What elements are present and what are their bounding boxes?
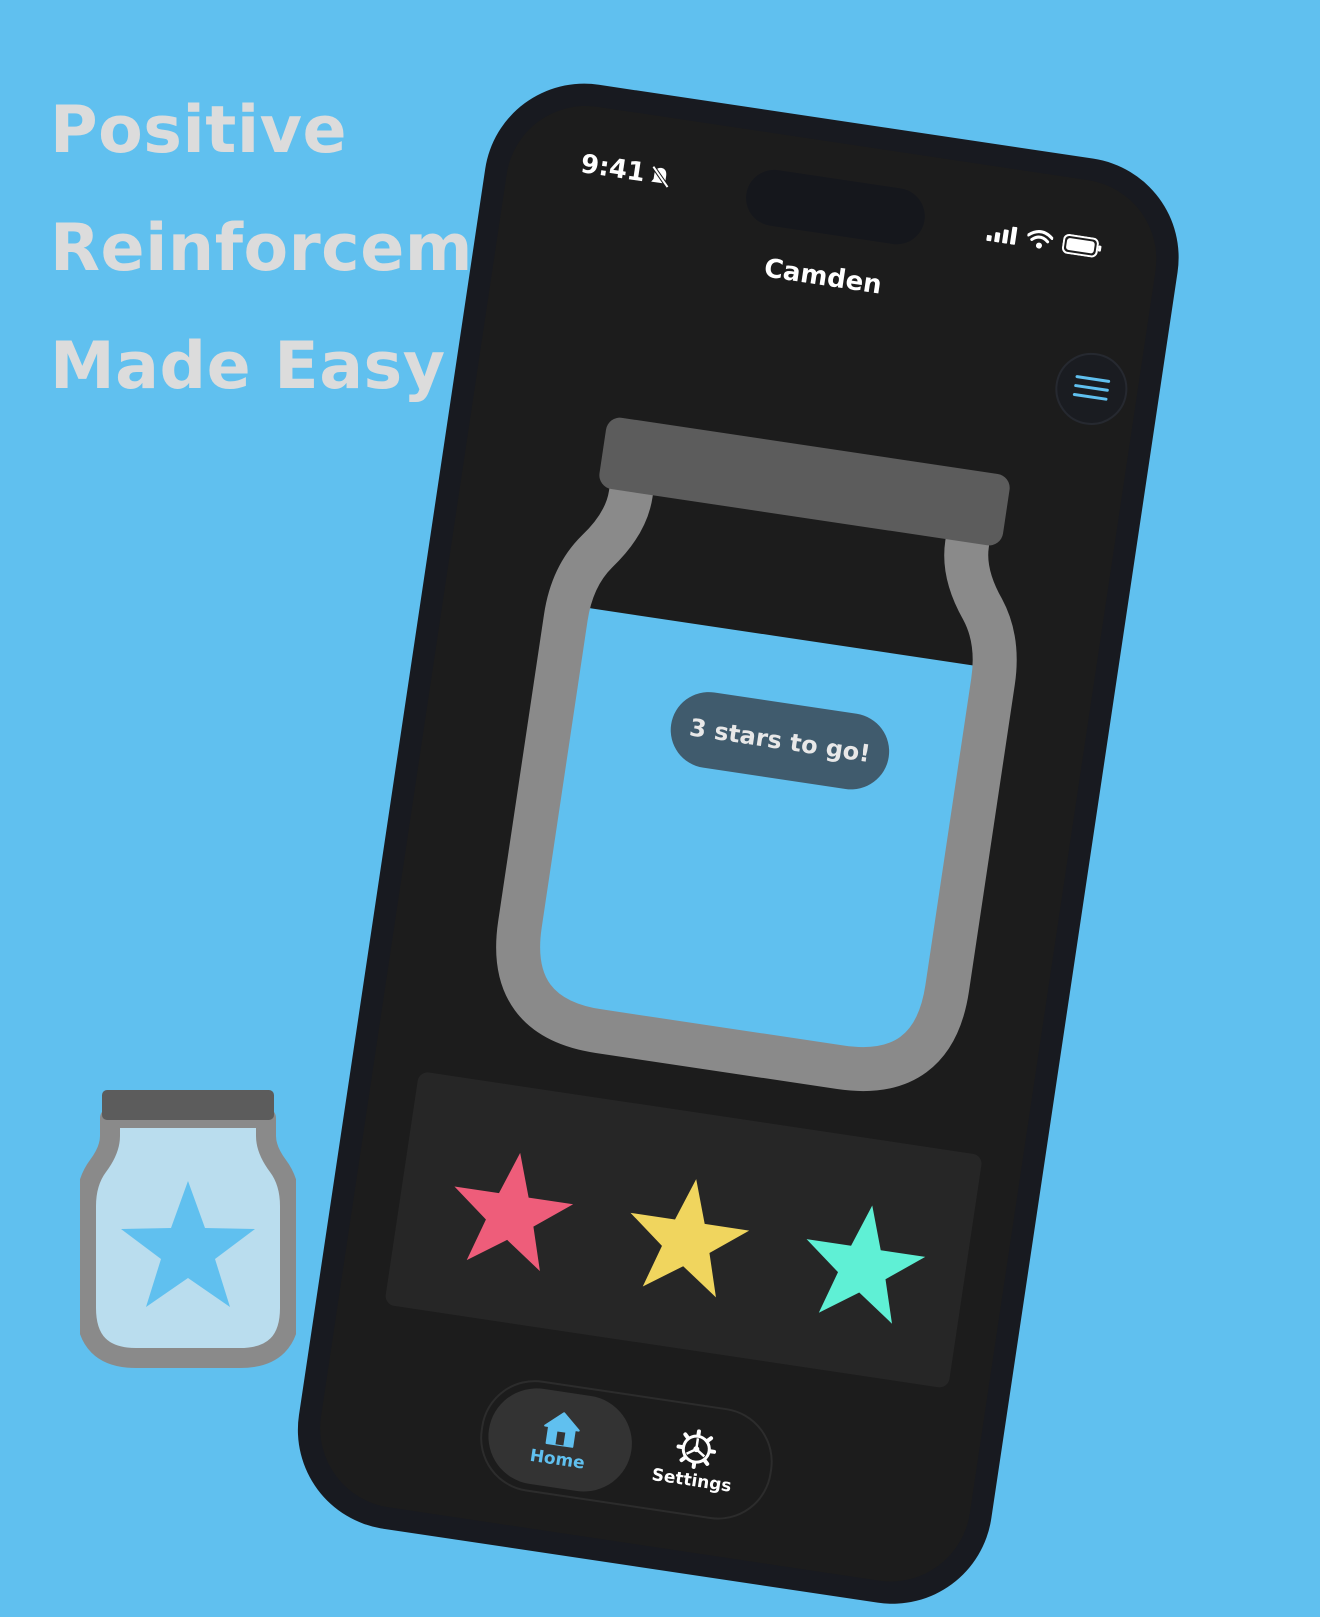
tab-settings[interactable]: Settings	[616, 1402, 773, 1518]
hamburger-menu-icon	[1072, 375, 1111, 401]
status-time: 9:41	[578, 149, 648, 189]
battery-icon	[1061, 233, 1102, 258]
dynamic-island	[742, 166, 929, 249]
silent-bell-icon	[651, 165, 670, 189]
star-3[interactable]	[794, 1194, 934, 1329]
tab-settings-label: Settings	[650, 1464, 733, 1497]
tab-home[interactable]: Home	[481, 1381, 639, 1499]
star-1[interactable]	[442, 1142, 582, 1277]
wifi-icon	[1026, 230, 1054, 249]
app-icon	[80, 1090, 296, 1368]
menu-button[interactable]	[1050, 347, 1133, 430]
tab-bar: Home Settings	[472, 1372, 781, 1527]
status-icons	[986, 222, 1104, 259]
cellular-signal-icon	[986, 226, 1018, 245]
gear-icon	[676, 1429, 717, 1469]
jar-lid	[599, 417, 1010, 546]
house-icon	[544, 1412, 580, 1448]
star-2[interactable]	[618, 1168, 758, 1303]
